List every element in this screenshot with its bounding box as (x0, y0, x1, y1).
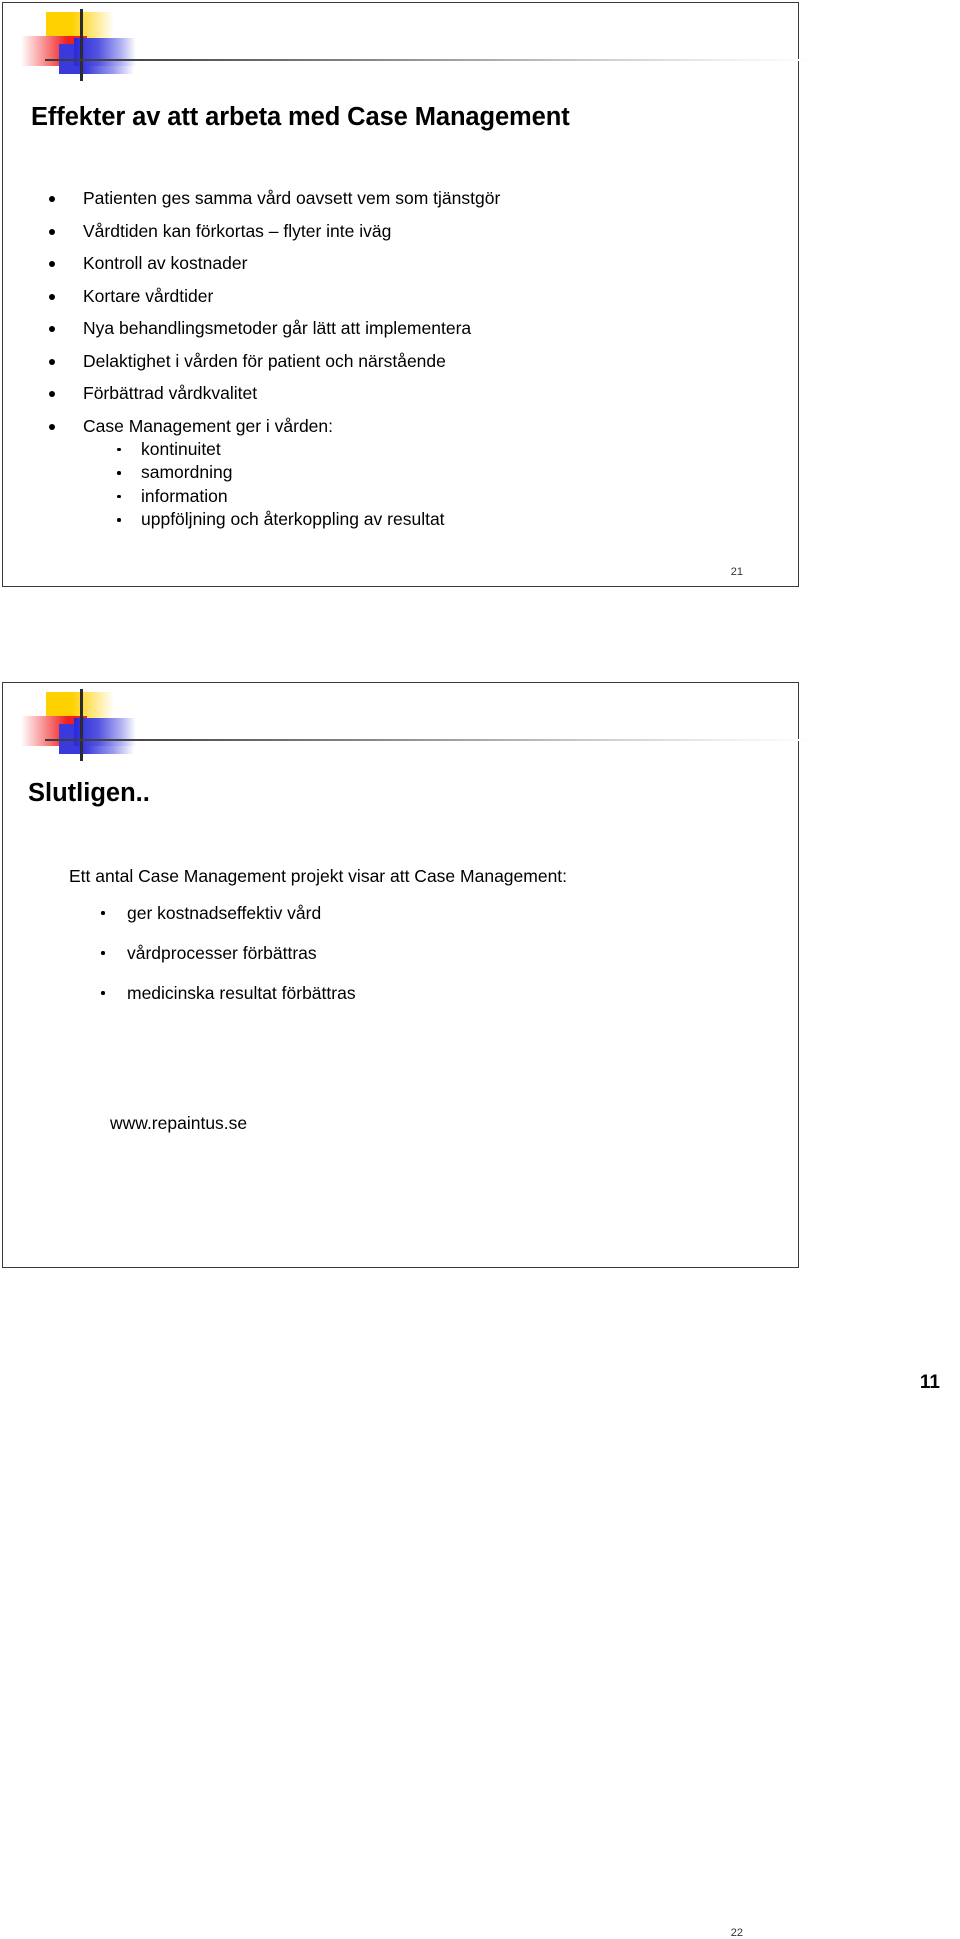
bullet-text: Nya behandlingsmetoder går lätt att impl… (83, 318, 472, 338)
slide-2-bullet-list: ger kostnadseffektiv vård vårdprocesser … (97, 902, 356, 1022)
sub-bullet-text: information (141, 485, 228, 506)
bullet-text: Case Management ger i vården: (83, 415, 333, 436)
decorative-logo-icon (19, 9, 815, 87)
slide-2-intro-text: Ett antal Case Management projekt visar … (69, 866, 568, 886)
slide-1-bullet-list: Patienten ges samma vård oavsett vem som… (47, 188, 500, 544)
list-item: Patienten ges samma vård oavsett vem som… (47, 188, 500, 208)
list-item: Nya behandlingsmetoder går lätt att impl… (47, 318, 500, 338)
logo-vertical-line (80, 9, 83, 81)
slide-1-title: Effekter av att arbeta med Case Manageme… (31, 103, 570, 131)
decorative-logo-icon (19, 689, 815, 767)
sub-bullet-text: ger kostnadseffektiv vård (127, 903, 322, 923)
document-page: Effekter av att arbeta med Case Manageme… (0, 0, 960, 1939)
slide-2-title: Slutligen.. (28, 779, 150, 807)
bullet-text: Patienten ges samma vård oavsett vem som… (83, 188, 501, 208)
slide-2-number: 22 (730, 1927, 743, 1939)
sub-list-item: ger kostnadseffektiv vård (97, 902, 356, 924)
sub-bullet-text: samordning (141, 462, 233, 482)
slide-1: Effekter av att arbeta med Case Manageme… (2, 2, 815, 587)
sub-list-item: information (111, 485, 500, 509)
sub-list-item: vårdprocesser förbättras (97, 942, 356, 964)
list-item: Vårdtiden kan förkortas – flyter inte iv… (47, 221, 500, 241)
bullet-text: Kortare vårdtider (83, 285, 214, 306)
logo-horizontal-line (45, 739, 815, 741)
list-item: Delaktighet i vården för patient och när… (47, 351, 500, 371)
sub-list-item: uppföljning och återkoppling av resultat (111, 508, 500, 532)
list-item: Case Management ger i vården: kontinuite… (47, 416, 500, 532)
list-item: Kortare vårdtider (47, 286, 500, 306)
sub-bullet-text: vårdprocesser förbättras (127, 943, 317, 963)
logo-blue-rect-secondary (74, 38, 136, 66)
page-number: 11 (919, 1372, 940, 1393)
slide-1-sub-bullet-list: kontinuitet samordning information uppfö… (83, 438, 500, 532)
slide-1-number: 21 (730, 566, 743, 578)
bullet-text: Vårdtiden kan förkortas – flyter inte iv… (83, 220, 392, 241)
website-url: www.repaintus.se (110, 1113, 248, 1133)
sub-bullet-text: uppföljning och återkoppling av resultat (141, 509, 445, 529)
list-item: Förbättrad vårdkvalitet (47, 383, 500, 403)
logo-horizontal-line (45, 59, 815, 61)
bullet-text: Delaktighet i vården för patient och när… (83, 350, 446, 371)
sub-list-item: kontinuitet (111, 438, 500, 462)
logo-vertical-line (80, 689, 83, 761)
sub-list-item: medicinska resultat förbättras (97, 982, 356, 1004)
bullet-text: Förbättrad vårdkvalitet (83, 383, 258, 403)
sub-bullet-text: medicinska resultat förbättras (127, 983, 356, 1003)
sub-list-item: samordning (111, 461, 500, 485)
sub-bullet-text: kontinuitet (141, 438, 221, 459)
logo-blue-rect-secondary (74, 718, 136, 746)
list-item: Kontroll av kostnader (47, 253, 500, 273)
bullet-text: Kontroll av kostnader (83, 253, 248, 273)
